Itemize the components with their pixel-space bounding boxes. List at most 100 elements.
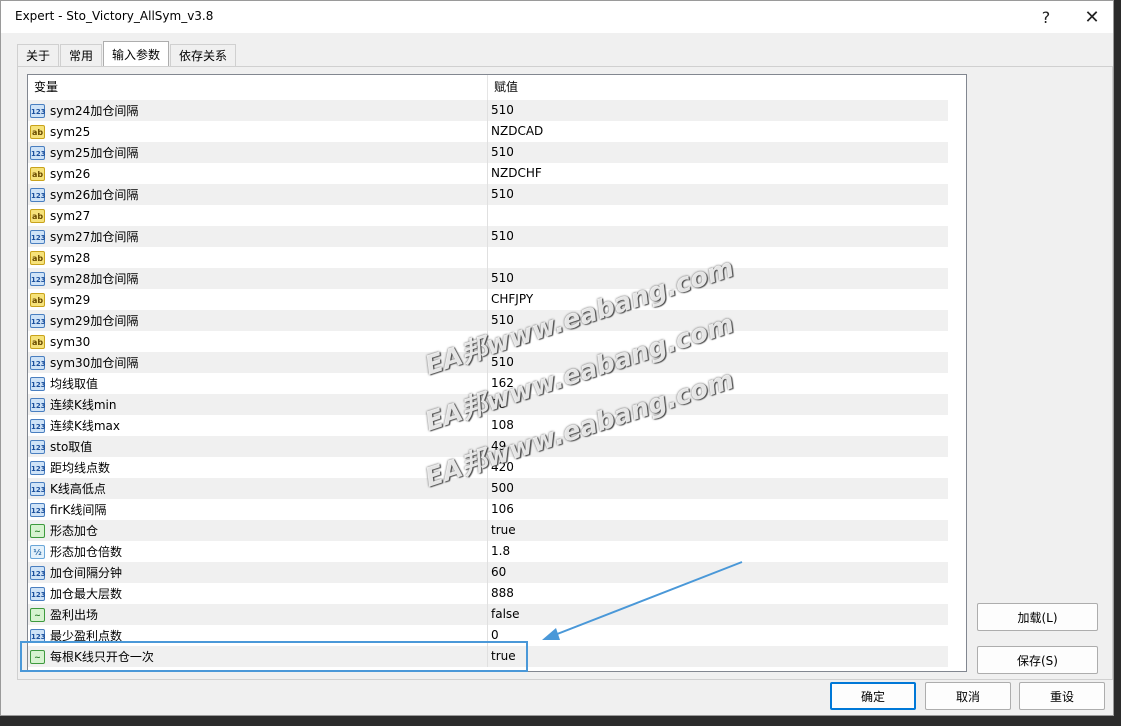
table-row[interactable]: 123 sym24加仓间隔 510 (28, 100, 948, 121)
table-row[interactable]: 123 sym30加仓间隔 510 (28, 352, 948, 373)
highlight-box (20, 641, 528, 672)
table-row[interactable]: ½ 形态加仓倍数 1.8 (28, 541, 948, 562)
variable-cell: 123 sym24加仓间隔 (28, 100, 488, 121)
table-row[interactable]: 123 sym29加仓间隔 510 (28, 310, 948, 331)
variable-name: sym26加仓间隔 (50, 188, 139, 202)
variable-name: sym30 (50, 334, 91, 349)
variable-cell: 123 加仓间隔分钟 (28, 562, 488, 583)
value-cell[interactable]: 510 (488, 310, 948, 331)
tab-dependencies[interactable]: 依存关系 (170, 44, 237, 66)
value-cell[interactable]: 510 (488, 352, 948, 373)
value-cell[interactable]: 162 (488, 373, 948, 394)
boolean-type-icon: ~ (30, 523, 45, 538)
string-type-icon: ab (30, 292, 45, 307)
value-cell[interactable]: CHFJPY (488, 289, 948, 310)
save-button[interactable]: 保存(S) (977, 646, 1098, 674)
value-cell[interactable]: true (488, 646, 948, 667)
load-button[interactable]: 加载(L) (977, 603, 1098, 631)
value-cell[interactable] (488, 205, 948, 226)
table-row[interactable]: 123 连续K线min 38 (28, 394, 948, 415)
reset-button[interactable]: 重设 (1019, 682, 1105, 710)
value-cell[interactable]: 38 (488, 394, 948, 415)
variable-cell: 123 加仓最大层数 (28, 583, 488, 604)
integer-type-icon: 123 (30, 565, 46, 580)
table-row[interactable]: ~ 形态加仓 true (28, 520, 948, 541)
table-row[interactable]: ab sym28 (28, 247, 948, 268)
value-cell[interactable]: 510 (488, 184, 948, 205)
variable-name: K线高低点 (50, 482, 106, 496)
value-cell[interactable]: 888 (488, 583, 948, 604)
variable-cell: 123 sym29加仓间隔 (28, 310, 488, 331)
variable-cell: ab sym29 (28, 289, 488, 310)
integer-type-icon: 123 (30, 103, 46, 118)
variable-cell: 123 距均线点数 (28, 457, 488, 478)
variable-name: 连续K线max (50, 419, 121, 433)
tab-about[interactable]: 关于 (17, 44, 60, 66)
variable-name: sym25加仓间隔 (50, 146, 139, 160)
value-cell[interactable]: 420 (488, 457, 948, 478)
variable-cell: 123 连续K线min (28, 394, 488, 415)
value-cell[interactable]: 60 (488, 562, 948, 583)
tab-inputs[interactable]: 输入参数 (103, 41, 170, 67)
integer-type-icon: 123 (30, 439, 46, 454)
column-header-variable[interactable]: 变量 (28, 75, 488, 100)
tab-common[interactable]: 常用 (60, 44, 103, 66)
integer-type-icon: 123 (30, 313, 46, 328)
value-cell[interactable]: 510 (488, 100, 948, 121)
value-cell[interactable]: NZDCAD (488, 121, 948, 142)
tab-bar: 关于 常用 输入参数 依存关系 (17, 41, 237, 67)
variable-name: 加仓间隔分钟 (50, 566, 123, 580)
cancel-button[interactable]: 取消 (925, 682, 1011, 710)
value-cell[interactable]: 106 (488, 499, 948, 520)
table-row[interactable]: 123 sto取值 49 (28, 436, 948, 457)
value-cell[interactable]: 49 (488, 436, 948, 457)
table-row[interactable]: ~ 盈利出场 false (28, 604, 948, 625)
ok-button[interactable]: 确定 (830, 682, 916, 710)
column-header-value[interactable]: 赋值 (488, 75, 948, 100)
table-row[interactable]: 123 连续K线max 108 (28, 415, 948, 436)
table-row[interactable]: 123 sym25加仓间隔 510 (28, 142, 948, 163)
table-row[interactable]: 123 firK线间隔 106 (28, 499, 948, 520)
table-row[interactable]: 123 均线取值 162 (28, 373, 948, 394)
value-cell[interactable]: 500 (488, 478, 948, 499)
table-row[interactable]: 123 加仓间隔分钟 60 (28, 562, 948, 583)
variable-cell: 123 均线取值 (28, 373, 488, 394)
variable-name: 连续K线min (50, 398, 117, 412)
table-row[interactable]: 123 加仓最大层数 888 (28, 583, 948, 604)
boolean-type-icon: ~ (30, 607, 45, 622)
help-button[interactable]: ? (1023, 1, 1069, 33)
value-cell[interactable]: false (488, 604, 948, 625)
table-row[interactable]: 123 距均线点数 420 (28, 457, 948, 478)
table-row[interactable]: 123 sym27加仓间隔 510 (28, 226, 948, 247)
double-type-icon: ½ (30, 544, 45, 559)
value-cell[interactable]: 510 (488, 268, 948, 289)
variable-cell: 123 firK线间隔 (28, 499, 488, 520)
variable-name: sym29 (50, 292, 91, 307)
value-cell[interactable]: 510 (488, 142, 948, 163)
variable-cell: ~ 形态加仓 (28, 520, 488, 541)
value-cell[interactable]: true (488, 520, 948, 541)
value-cell[interactable]: 1.8 (488, 541, 948, 562)
variable-name: sym26 (50, 166, 91, 181)
value-cell[interactable]: 510 (488, 226, 948, 247)
value-cell[interactable]: 0 (488, 625, 948, 646)
variable-name: 盈利出场 (50, 608, 99, 622)
value-cell[interactable]: 108 (488, 415, 948, 436)
table-row[interactable]: ab sym26 NZDCHF (28, 163, 948, 184)
table-row[interactable]: ab sym25 NZDCAD (28, 121, 948, 142)
variable-name: sym25 (50, 124, 91, 139)
table-row[interactable]: ab sym30 (28, 331, 948, 352)
table-row[interactable]: ab sym29 CHFJPY (28, 289, 948, 310)
variable-cell: 123 K线高低点 (28, 478, 488, 499)
integer-type-icon: 123 (30, 460, 46, 475)
variable-cell: 123 sym28加仓间隔 (28, 268, 488, 289)
table-row[interactable]: ab sym27 (28, 205, 948, 226)
value-cell[interactable] (488, 247, 948, 268)
string-type-icon: ab (30, 250, 45, 265)
table-row[interactable]: 123 sym28加仓间隔 510 (28, 268, 948, 289)
table-row[interactable]: 123 sym26加仓间隔 510 (28, 184, 948, 205)
close-button[interactable]: ✕ (1069, 1, 1115, 33)
value-cell[interactable]: NZDCHF (488, 163, 948, 184)
table-row[interactable]: 123 K线高低点 500 (28, 478, 948, 499)
value-cell[interactable] (488, 331, 948, 352)
